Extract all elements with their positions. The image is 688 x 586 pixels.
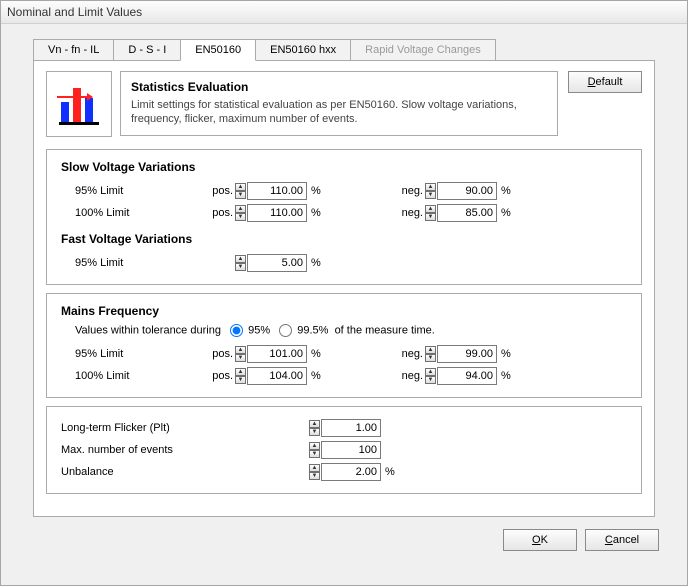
stats-icon bbox=[46, 71, 112, 137]
row-mains-100: 100% Limit pos. ▲▼ % neg. ▲▼ % bbox=[61, 365, 627, 387]
tab-rapid-voltage-changes: Rapid Voltage Changes bbox=[350, 39, 496, 61]
spinner-max-events[interactable]: ▲▼ bbox=[309, 442, 320, 458]
label-pos: pos. bbox=[195, 185, 235, 197]
mains-frequency-header: Mains Frequency bbox=[61, 304, 627, 318]
input-slow100pos[interactable] bbox=[247, 204, 307, 222]
spinner-mains100neg[interactable]: ▲▼ bbox=[425, 368, 436, 384]
input-mains100pos[interactable] bbox=[247, 367, 307, 385]
label-max-events: Max. number of events bbox=[61, 444, 221, 456]
tab-page-en50160: Statistics Evaluation Limit settings for… bbox=[33, 60, 655, 517]
input-flicker[interactable] bbox=[321, 419, 381, 437]
input-mains95pos[interactable] bbox=[247, 345, 307, 363]
label-95-limit: 95% Limit bbox=[61, 185, 195, 197]
tab-en50160[interactable]: EN50160 bbox=[180, 39, 256, 61]
fast-voltage-header: Fast Voltage Variations bbox=[61, 232, 627, 246]
ok-button[interactable]: OK bbox=[503, 529, 577, 551]
spinner-slow100pos[interactable]: ▲▼ bbox=[235, 205, 246, 221]
spinner-slow100neg[interactable]: ▲▼ bbox=[425, 205, 436, 221]
input-slow95pos[interactable] bbox=[247, 182, 307, 200]
spinner-mains95neg[interactable]: ▲▼ bbox=[425, 346, 436, 362]
row-slow-100: 100% Limit pos. ▲▼ % neg. ▲▼ % bbox=[61, 202, 627, 224]
description-text: Limit settings for statistical evaluatio… bbox=[131, 98, 547, 127]
description-title: Statistics Evaluation bbox=[131, 80, 547, 94]
tolerance-line: Values within tolerance during 95% 99.5%… bbox=[61, 324, 627, 337]
tab-bar: Vn - fn - IL D - S - I EN50160 EN50160 h… bbox=[1, 24, 687, 60]
spinner-flicker[interactable]: ▲▼ bbox=[309, 420, 320, 436]
label-flicker: Long-term Flicker (Plt) bbox=[61, 422, 221, 434]
spinner-fast95[interactable]: ▲▼ bbox=[235, 255, 246, 271]
row-flicker: Long-term Flicker (Plt) ▲▼ bbox=[61, 417, 627, 439]
default-button[interactable]: Default bbox=[568, 71, 642, 93]
input-mains95neg[interactable] bbox=[437, 345, 497, 363]
dialog-window: Nominal and Limit Values Vn - fn - IL D … bbox=[0, 0, 688, 586]
input-mains100neg[interactable] bbox=[437, 367, 497, 385]
slow-voltage-header: Slow Voltage Variations bbox=[61, 160, 627, 174]
row-fast-95: 95% Limit ▲▼ % bbox=[61, 252, 627, 274]
input-unbalance[interactable] bbox=[321, 463, 381, 481]
label-100-limit: 100% Limit bbox=[61, 207, 195, 219]
row-unbalance: Unbalance ▲▼ % bbox=[61, 461, 627, 483]
section-voltage-variations: Slow Voltage Variations 95% Limit pos. ▲… bbox=[46, 149, 642, 285]
row-max-events: Max. number of events ▲▼ bbox=[61, 439, 627, 461]
tab-en50160-hxx[interactable]: EN50160 hxx bbox=[255, 39, 351, 61]
radio-95[interactable] bbox=[230, 324, 243, 337]
tab-d-s-i[interactable]: D - S - I bbox=[113, 39, 181, 61]
spinner-slow95neg[interactable]: ▲▼ bbox=[425, 183, 436, 199]
spinner-mains100pos[interactable]: ▲▼ bbox=[235, 368, 246, 384]
spinner-unbalance[interactable]: ▲▼ bbox=[309, 464, 320, 480]
input-max-events[interactable] bbox=[321, 441, 381, 459]
description-box: Statistics Evaluation Limit settings for… bbox=[120, 71, 558, 136]
radio-995[interactable] bbox=[279, 324, 292, 337]
dialog-button-row: OK Cancel bbox=[1, 517, 687, 551]
input-slow100neg[interactable] bbox=[437, 204, 497, 222]
row-slow-95: 95% Limit pos. ▲▼ % neg. ▲▼ % bbox=[61, 180, 627, 202]
label-unbalance: Unbalance bbox=[61, 466, 221, 478]
spinner-slow95pos[interactable]: ▲▼ bbox=[235, 183, 246, 199]
row-mains-95: 95% Limit pos. ▲▼ % neg. ▲▼ % bbox=[61, 343, 627, 365]
unit-pct: % bbox=[307, 185, 329, 197]
input-slow95neg[interactable] bbox=[437, 182, 497, 200]
section-mains-frequency: Mains Frequency Values within tolerance … bbox=[46, 293, 642, 398]
tab-vn-fn-il[interactable]: Vn - fn - IL bbox=[33, 39, 114, 61]
spinner-mains95pos[interactable]: ▲▼ bbox=[235, 346, 246, 362]
cancel-button[interactable]: Cancel bbox=[585, 529, 659, 551]
section-misc: Long-term Flicker (Plt) ▲▼ Max. number o… bbox=[46, 406, 642, 494]
label-neg: neg. bbox=[385, 185, 425, 197]
window-title: Nominal and Limit Values bbox=[1, 1, 687, 24]
input-fast95[interactable] bbox=[247, 254, 307, 272]
